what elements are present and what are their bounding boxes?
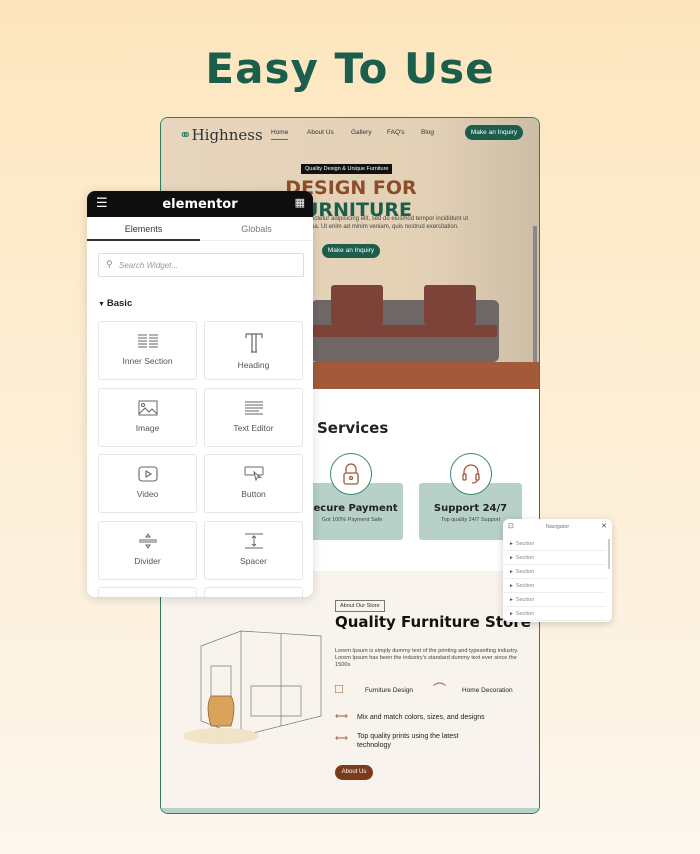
- nav-faq[interactable]: FAQ's: [387, 129, 405, 136]
- about-section: About Our Store Quality Furniture Store …: [161, 571, 539, 809]
- lamp-icon: ⌒: [433, 682, 447, 697]
- nav-about[interactable]: About Us: [307, 129, 334, 136]
- category-label: Basic: [106, 298, 133, 309]
- inquiry-button[interactable]: Make an Inquiry: [465, 125, 523, 140]
- navigator-panel: ⊡ Navigator ✕ ▸ Section ▸ Section ▸ Sectio…: [503, 519, 612, 622]
- search-placeholder: Search Widget...: [119, 261, 179, 270]
- navigator-item-label: Section: [515, 541, 535, 547]
- service-sub: Got 100% Payment Safe: [321, 517, 383, 523]
- widget-label: Image: [135, 422, 160, 433]
- elementor-panel: ☰ elementor ▦ Elements Globals ⚲ Search …: [87, 191, 313, 597]
- hamburger-menu-icon[interactable]: ☰: [96, 196, 108, 211]
- navigator-item-label: Section: [515, 555, 535, 561]
- divider-icon: [99, 532, 196, 549]
- services-title: Services: [317, 419, 389, 437]
- button-cursor-icon: [205, 466, 302, 482]
- hero-badge: Quality Design & Unique Furniture: [301, 164, 393, 174]
- elementor-logo: elementor: [162, 196, 238, 212]
- play-video-icon: [99, 466, 196, 482]
- widget-label: Button: [241, 489, 266, 499]
- logo-text: Highness: [191, 126, 263, 144]
- widget-label: Heading: [237, 360, 270, 370]
- widget-spacer[interactable]: Spacer: [204, 520, 303, 580]
- nav-gallery[interactable]: Gallery: [351, 129, 372, 136]
- navigator-item-label: Section: [515, 597, 535, 603]
- hero-inquiry-button[interactable]: Make an Inquiry: [322, 244, 380, 258]
- widget-text-editor[interactable]: Text Editor: [204, 387, 303, 447]
- category-basic[interactable]: ▼ Basic: [98, 298, 132, 309]
- widget-heading[interactable]: Heading: [204, 321, 303, 380]
- widget-label: Text Editor: [233, 422, 274, 433]
- widget-label: Video: [136, 489, 159, 499]
- caret-down-icon: ▼: [98, 301, 107, 308]
- search-icon: ⚲: [106, 259, 113, 269]
- heading-t-icon: [205, 333, 302, 353]
- widget-partial[interactable]: [204, 587, 303, 597]
- floor-lamp: [533, 226, 537, 362]
- widget-button[interactable]: Button: [204, 454, 303, 513]
- scrollbar[interactable]: [608, 539, 610, 569]
- feature-label: Furniture Design: [365, 687, 414, 694]
- spacer-icon: [205, 533, 302, 549]
- nav-home[interactable]: Home: [271, 129, 289, 140]
- navigator-item-label: Section: [515, 569, 535, 575]
- widget-video[interactable]: Video: [98, 454, 197, 513]
- nav-blog[interactable]: Blog: [421, 129, 434, 136]
- navigator-item[interactable]: ▸ Section: [503, 565, 606, 579]
- navigator-title: Navigator: [545, 524, 570, 530]
- tab-globals[interactable]: Globals: [200, 217, 313, 241]
- about-badge: About Our Store: [335, 600, 385, 612]
- sofa-cushion: [424, 285, 476, 325]
- lock-icon: [330, 453, 372, 495]
- widget-label: Divider: [134, 555, 161, 566]
- footer-strip: [161, 808, 539, 813]
- text-lines-icon: [205, 400, 302, 416]
- columns-icon: [99, 333, 196, 349]
- sofa-cushion: [331, 285, 383, 325]
- room-sketch-illustration: [183, 630, 322, 744]
- search-widget-input[interactable]: ⚲ Search Widget...: [98, 253, 304, 277]
- navigator-item-label: Section: [515, 583, 535, 589]
- widget-image[interactable]: Image: [98, 387, 197, 447]
- sofa-icon: □: [335, 681, 343, 696]
- navigator-item[interactable]: ▸ Section: [503, 607, 606, 621]
- about-description: Lorem Ipsum is simply dummy text of the …: [335, 648, 519, 668]
- widget-label: Inner Section: [122, 356, 173, 366]
- widget-partial[interactable]: [98, 587, 197, 597]
- hero-description: ectetur adipisicing elit, sed do eiusmod…: [311, 215, 468, 231]
- navigator-item[interactable]: ▸ Section: [503, 579, 606, 593]
- hero-desc-line: ua. Ut enim ad minim veniam, quis nostru…: [311, 224, 459, 230]
- bullet-text: Mix and match colors, sizes, and designs: [357, 714, 485, 721]
- headset-icon: [450, 453, 492, 495]
- about-us-button[interactable]: About Us: [335, 765, 373, 780]
- feature-label: Home Decoration: [462, 687, 513, 694]
- service-title: Secure Payment: [306, 503, 398, 514]
- arrow-icon: ⟷: [335, 733, 348, 743]
- navigator-item[interactable]: ▸ Section: [503, 551, 606, 565]
- bullet-text: Top quality prints using the latest tech…: [357, 733, 459, 749]
- sofa-seat: [313, 325, 497, 337]
- about-title: Quality Furniture Store: [335, 613, 531, 631]
- widget-divider[interactable]: Divider: [98, 520, 197, 580]
- navigator-item[interactable]: ▸ Section: [503, 537, 606, 551]
- site-logo[interactable]: ⚭Highness: [179, 126, 263, 144]
- widget-label: Spacer: [240, 555, 267, 566]
- tab-elements[interactable]: Elements: [87, 217, 200, 241]
- hero-desc-line: ectetur adipisicing elit, sed do eiusmod…: [311, 216, 469, 222]
- widget-inner-section[interactable]: Inner Section: [98, 321, 197, 380]
- service-title: Support 24/7: [433, 503, 508, 514]
- grid-apps-icon[interactable]: ▦: [295, 196, 305, 209]
- headline: Easy To Use: [205, 44, 495, 93]
- close-icon[interactable]: ✕: [601, 522, 607, 530]
- image-icon: [99, 400, 196, 416]
- arrow-icon: ⟷: [335, 711, 348, 721]
- navigator-item-label: Section: [515, 611, 535, 617]
- panel-header: ☰ elementor ▦: [87, 191, 313, 217]
- navigator-item[interactable]: ▸ Section: [503, 593, 606, 607]
